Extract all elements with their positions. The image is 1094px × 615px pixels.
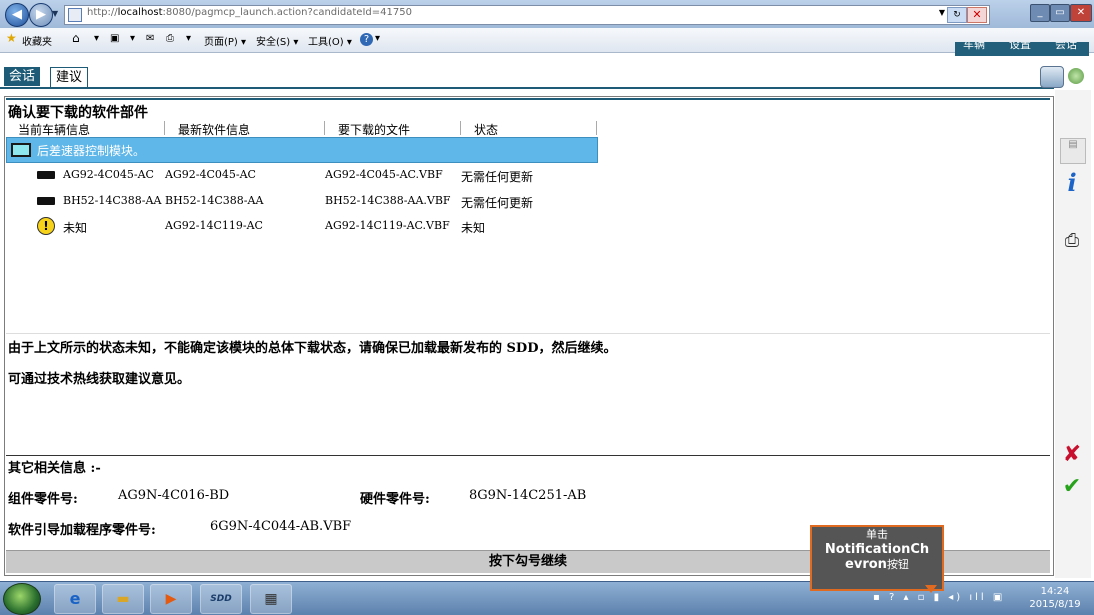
command-bar: ★ 收藏夹 ⌂ ▾ ▣ ▾ ✉ ⎙ ▾ 页面(P) ▾ 安全(S) ▾ 工具(O… (0, 28, 1094, 53)
maximize-button[interactable]: ▭ (1050, 4, 1070, 22)
menu-safety[interactable]: 安全(S) ▾ (256, 33, 298, 48)
other-info-label: 其它相关信息 :- (8, 461, 101, 476)
stop-icon[interactable]: ✕ (967, 7, 987, 23)
module-name: 后差速器控制模块。 (37, 144, 146, 158)
table-row[interactable]: BH52-14C388-AA BH52-14C388-AA BH52-14C38… (6, 190, 606, 212)
bootloader-label: 软件引导加载程序零件号: (8, 523, 156, 538)
home-icon[interactable]: ⌂ (72, 31, 80, 45)
tooltip-line3: evron (845, 557, 887, 572)
cell-status: 未知 (461, 221, 486, 235)
help-icon[interactable]: ? (360, 33, 373, 46)
tray-icons[interactable]: ▪ ? ▴ ▫ ▮ ◂) ıll ▣ (873, 592, 1005, 603)
notification-tooltip: 单击 NotificationCh evron按钮 (810, 525, 944, 591)
top-tab-settings[interactable]: 设置 (1009, 42, 1031, 52)
component-part-value: AG9N-4C016-BD (118, 488, 230, 503)
cell-file: AG92-4C045-AC.VBF (325, 168, 443, 181)
tab-recommendation[interactable]: 建议 (50, 67, 89, 87)
continue-tick-icon[interactable]: ✔ (1060, 474, 1084, 499)
divider (6, 455, 1050, 456)
component-part-label: 组件零件号: (8, 492, 78, 507)
cell-latest: AG92-14C119-AC (165, 219, 263, 232)
column-file-to-download[interactable]: 要下载的文件 (330, 121, 461, 137)
tooltip-line1: 单击 (866, 528, 888, 541)
cell-latest: AG92-4C045-AC (165, 168, 256, 181)
address-dropdown-icon[interactable]: ▼ (939, 8, 945, 17)
start-button[interactable] (3, 583, 41, 615)
status-message: 由于上文所示的状态未知，不能确定该模块的总体下载状态，请确保已加载最新发布的 S… (8, 341, 617, 356)
panel-title: 确认要下载的软件部件 (8, 105, 148, 121)
home-dropdown-icon[interactable]: ▾ (94, 33, 99, 44)
forward-icon[interactable]: ▶ (29, 3, 53, 27)
cell-latest: BH52-14C388-AA (165, 194, 264, 207)
minimize-button[interactable]: _ (1030, 4, 1050, 22)
table-row[interactable]: AG92-4C045-AC AG92-4C045-AC AG92-4C045-A… (6, 164, 606, 186)
module-icon (11, 143, 31, 157)
help-dropdown-icon[interactable]: ▾ (375, 33, 380, 44)
back-icon[interactable]: ◀ (5, 3, 29, 27)
table-row[interactable]: ! 未知 AG92-14C119-AC AG92-14C119-AC.VBF 未… (6, 215, 606, 237)
chip-icon (37, 197, 55, 205)
bootloader-value: 6G9N-4C044-AB.VBF (210, 519, 352, 534)
column-latest-software[interactable]: 最新软件信息 (170, 121, 325, 137)
top-nav-tabs: 车辆 设置 会话 (955, 42, 1089, 56)
hardware-part-label: 硬件零件号: (360, 492, 430, 507)
clock-time: 14:24 (1040, 586, 1070, 597)
tooltip-pointer (925, 585, 937, 593)
address-url: http://localhost:8080/pagmcp_launch.acti… (87, 7, 412, 18)
favorites-star-icon[interactable]: ★ (6, 31, 17, 45)
connection-ok-icon (1068, 68, 1084, 84)
movie-maker-icon[interactable]: ▦ (250, 584, 292, 614)
menu-tools[interactable]: 工具(O) ▾ (308, 33, 352, 48)
print-icon[interactable]: ⎙ (166, 33, 174, 44)
menu-page[interactable]: 页面(P) ▾ (204, 33, 246, 48)
favorites-button[interactable]: 收藏夹 (22, 33, 52, 48)
explorer-icon[interactable]: ▬ (102, 584, 144, 614)
feeds-icon[interactable]: ▣ (110, 33, 119, 44)
cell-current: BH52-14C388-AA (63, 194, 162, 207)
cell-status: 无需任何更新 (461, 196, 534, 210)
info-icon[interactable]: i (1060, 168, 1084, 197)
compat-view-icon[interactable]: ↻ (947, 7, 967, 23)
tab-session[interactable]: 会话 (4, 67, 41, 86)
address-bar[interactable]: http://localhost:8080/pagmcp_launch.acti… (64, 5, 990, 25)
sdd-taskbar-button[interactable]: SDD (200, 584, 242, 614)
report-icon[interactable]: ▤ (1060, 138, 1086, 164)
clock-date: 2015/8/19 (1029, 599, 1081, 610)
column-current-vehicle[interactable]: 当前车辆信息 (10, 121, 165, 137)
clock[interactable]: 14:24 2015/8/19 (1022, 585, 1088, 611)
cell-current: AG92-4C045-AC (63, 168, 154, 181)
cancel-cross-icon[interactable]: ✘ (1060, 442, 1084, 467)
mail-icon[interactable]: ✉ (146, 33, 154, 44)
cell-file: BH52-14C388-AA.VBF (325, 194, 451, 207)
cell-file: AG92-14C119-AC.VBF (325, 219, 450, 232)
close-window-button[interactable]: ✕ (1070, 4, 1092, 22)
tooltip-line3-suffix: 按钮 (886, 558, 909, 571)
cell-current: 未知 (63, 221, 88, 235)
column-status[interactable]: 状态 (466, 121, 597, 137)
top-tab-session[interactable]: 会话 (1055, 42, 1077, 52)
history-dropdown-icon[interactable]: ▼ (52, 9, 58, 18)
hardware-part-value: 8G9N-14C251-AB (469, 488, 587, 503)
print-dropdown-icon[interactable]: ▾ (186, 33, 191, 44)
warning-icon: ! (37, 217, 55, 235)
network-status-icon[interactable] (1040, 66, 1064, 88)
app-tabs: 会话 建议 (0, 67, 1054, 89)
hotline-message: 可通过技术热线获取建议意见。 (8, 372, 191, 387)
ie-icon[interactable]: e (54, 584, 96, 614)
feeds-dropdown-icon[interactable]: ▾ (130, 33, 135, 44)
divider (6, 333, 1050, 334)
media-player-icon[interactable]: ▶ (150, 584, 192, 614)
print-icon[interactable]: ⎙ (1060, 230, 1084, 254)
top-tab-vehicle[interactable]: 车辆 (963, 42, 985, 52)
chip-icon (37, 171, 55, 179)
page-icon (68, 8, 82, 22)
cell-status: 无需任何更新 (461, 170, 534, 184)
tooltip-line2: NotificationCh (824, 542, 930, 557)
selected-module-row[interactable]: 后差速器控制模块。 (6, 137, 598, 163)
